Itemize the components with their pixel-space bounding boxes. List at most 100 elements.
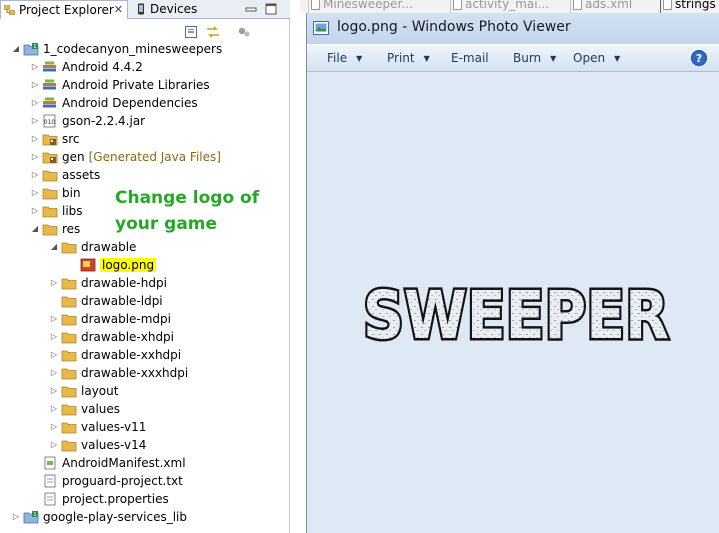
- menu-email[interactable]: E-mail: [451, 45, 489, 72]
- tree-item[interactable]: ▷ values-v14: [0, 436, 290, 454]
- menu-print-label: Print: [387, 51, 415, 65]
- help-icon[interactable]: ?: [691, 50, 707, 66]
- source-folder-icon: [42, 134, 58, 146]
- collapsed-arrow-icon[interactable]: ▷: [30, 76, 40, 94]
- sweeper-logo-image: SWEEPER: [361, 276, 672, 356]
- collapsed-arrow-icon[interactable]: ▷: [30, 94, 40, 112]
- tree-item[interactable]: ▷ Android 4.4.2: [0, 58, 290, 76]
- expanded-arrow-icon[interactable]: ◢: [49, 238, 59, 256]
- project-explorer-icon: [4, 5, 15, 15]
- collapsed-arrow-icon[interactable]: ▷: [49, 328, 59, 346]
- tree-item-label: google-play-services_lib: [43, 508, 187, 526]
- expanded-arrow-icon[interactable]: ◢: [30, 220, 40, 238]
- text-file-icon: [44, 492, 56, 506]
- collapsed-arrow-icon[interactable]: ▷: [30, 148, 40, 166]
- collapsed-arrow-icon[interactable]: ▷: [49, 436, 59, 454]
- editor-tab-ads-xml[interactable]: ads.xml: [570, 0, 632, 13]
- close-tab-icon[interactable]: ✕: [114, 1, 123, 19]
- collapsed-arrow-icon[interactable]: ▷: [30, 112, 40, 130]
- tree-item[interactable]: ▷ layout: [0, 382, 290, 400]
- photo-viewer-menubar: File ▼ Print ▼ E-mail Burn ▼ Open ▼ ?: [307, 44, 719, 72]
- tree-item[interactable]: drawable-ldpi: [0, 292, 290, 310]
- tree-item-label: drawable-xxxhdpi: [81, 364, 188, 382]
- tree-item[interactable]: ▷ drawable-xxxhdpi: [0, 364, 290, 382]
- collapsed-arrow-icon[interactable]: ▷: [49, 274, 59, 292]
- folder-icon: [61, 440, 77, 452]
- editor-tab-bar: Minesweeper... activity_mai... ads.xml s…: [300, 0, 719, 13]
- tree-item[interactable]: ▷ Android Private Libraries: [0, 76, 290, 94]
- collapsed-arrow-icon[interactable]: ▷: [49, 382, 59, 400]
- phone-icon: [138, 3, 144, 15]
- collapsed-arrow-icon[interactable]: ▷: [30, 184, 40, 202]
- collapsed-arrow-icon[interactable]: ▷: [30, 58, 40, 76]
- menu-open[interactable]: Open ▼: [573, 45, 620, 72]
- tree-item-label: drawable-ldpi: [81, 292, 163, 310]
- photo-viewer-titlebar[interactable]: logo.png - Windows Photo Viewer: [307, 13, 719, 44]
- tree-item[interactable]: ▷ 010 gson-2.2.4.jar: [0, 112, 290, 130]
- tree-item[interactable]: proguard-project.txt: [0, 472, 290, 490]
- annotation-line-1: Change logo of: [115, 188, 260, 208]
- folder-icon: [42, 170, 58, 182]
- tree-item[interactable]: logo.png: [0, 256, 290, 274]
- tree-item[interactable]: ▷ drawable-xxhdpi: [0, 346, 290, 364]
- tree-item-name: gson-2.2.4.jar: [62, 114, 146, 128]
- tree-item[interactable]: ▷ 1 google-play-services_lib: [0, 508, 290, 526]
- collapsed-arrow-icon[interactable]: ▷: [49, 400, 59, 418]
- folder-icon: [61, 278, 77, 290]
- tab-project-explorer[interactable]: Project Explorer ✕: [0, 0, 128, 19]
- jar-icon: 010: [43, 114, 56, 128]
- tree-item[interactable]: ▷ src: [0, 130, 290, 148]
- tree-item-label: layout: [81, 382, 118, 400]
- menu-file[interactable]: File ▼: [327, 45, 362, 72]
- xml-file-icon: [573, 0, 582, 10]
- tree-item[interactable]: project.properties: [0, 490, 290, 508]
- editor-tab-label: strings: [675, 0, 716, 11]
- collapsed-arrow-icon[interactable]: ▷: [49, 310, 59, 328]
- maximize-icon[interactable]: [264, 2, 278, 16]
- help-glyph: ?: [696, 52, 702, 65]
- tree-item[interactable]: ◢ drawable: [0, 238, 290, 256]
- tree-item[interactable]: ▷ drawable-hdpi: [0, 274, 290, 292]
- tree-item[interactable]: ▷ values-v11: [0, 418, 290, 436]
- collapse-all-icon[interactable]: [184, 25, 198, 39]
- collapsed-arrow-icon[interactable]: ▷: [49, 418, 59, 436]
- tree-item[interactable]: ▷ assets: [0, 166, 290, 184]
- tab-devices[interactable]: Devices: [132, 0, 224, 19]
- tree-item[interactable]: AndroidManifest.xml: [0, 454, 290, 472]
- collapsed-arrow-icon[interactable]: ▷: [49, 346, 59, 364]
- tree-item-label: Android 4.4.2: [62, 58, 143, 76]
- tree-item-label: drawable-hdpi: [81, 274, 167, 292]
- editor-tab-activity-main[interactable]: activity_mai...: [450, 0, 549, 13]
- tree-item[interactable]: ▷ gen [Generated Java Files]: [0, 148, 290, 166]
- editor-tab-minesweeper[interactable]: Minesweeper...: [308, 0, 413, 13]
- collapsed-arrow-icon[interactable]: ▷: [49, 364, 59, 382]
- menu-print[interactable]: Print ▼: [387, 45, 430, 72]
- editor-tab-strings[interactable]: strings: [660, 0, 716, 13]
- tree-item-label: drawable-xxhdpi: [81, 346, 181, 364]
- tree-item[interactable]: ▷ Android Dependencies: [0, 94, 290, 112]
- collapsed-arrow-icon[interactable]: ▷: [30, 130, 40, 148]
- annotation-text: Change logo of your game: [115, 185, 275, 237]
- view-menu-icon[interactable]: [236, 25, 252, 39]
- collapsed-arrow-icon[interactable]: ▷: [30, 166, 40, 184]
- library-icon: [43, 61, 56, 72]
- xml-file-icon: [663, 0, 672, 10]
- tree-item-label: Android Dependencies: [62, 94, 198, 112]
- menu-burn[interactable]: Burn ▼: [513, 45, 556, 72]
- tree-item[interactable]: ▷ drawable-xhdpi: [0, 328, 290, 346]
- tree-item[interactable]: ▷ values: [0, 400, 290, 418]
- java-file-icon: [311, 0, 320, 10]
- link-with-editor-icon[interactable]: [205, 24, 221, 40]
- svg-text:010: 010: [44, 119, 56, 126]
- dropdown-arrow-icon: ▼: [423, 54, 430, 63]
- folder-icon: [42, 224, 58, 236]
- editor-tab-label: ads.xml: [585, 0, 633, 11]
- explorer-tab-bar: Project Explorer ✕ Devices: [0, 0, 290, 19]
- tree-item[interactable]: ◢ 1 1_codecanyon_minesweepers: [0, 40, 290, 58]
- collapsed-arrow-icon[interactable]: ▷: [11, 508, 21, 526]
- expanded-arrow-icon[interactable]: ◢: [11, 40, 21, 58]
- collapsed-arrow-icon[interactable]: ▷: [30, 202, 40, 220]
- tree-item[interactable]: ▷ drawable-mdpi: [0, 310, 290, 328]
- minimize-icon[interactable]: [244, 2, 258, 16]
